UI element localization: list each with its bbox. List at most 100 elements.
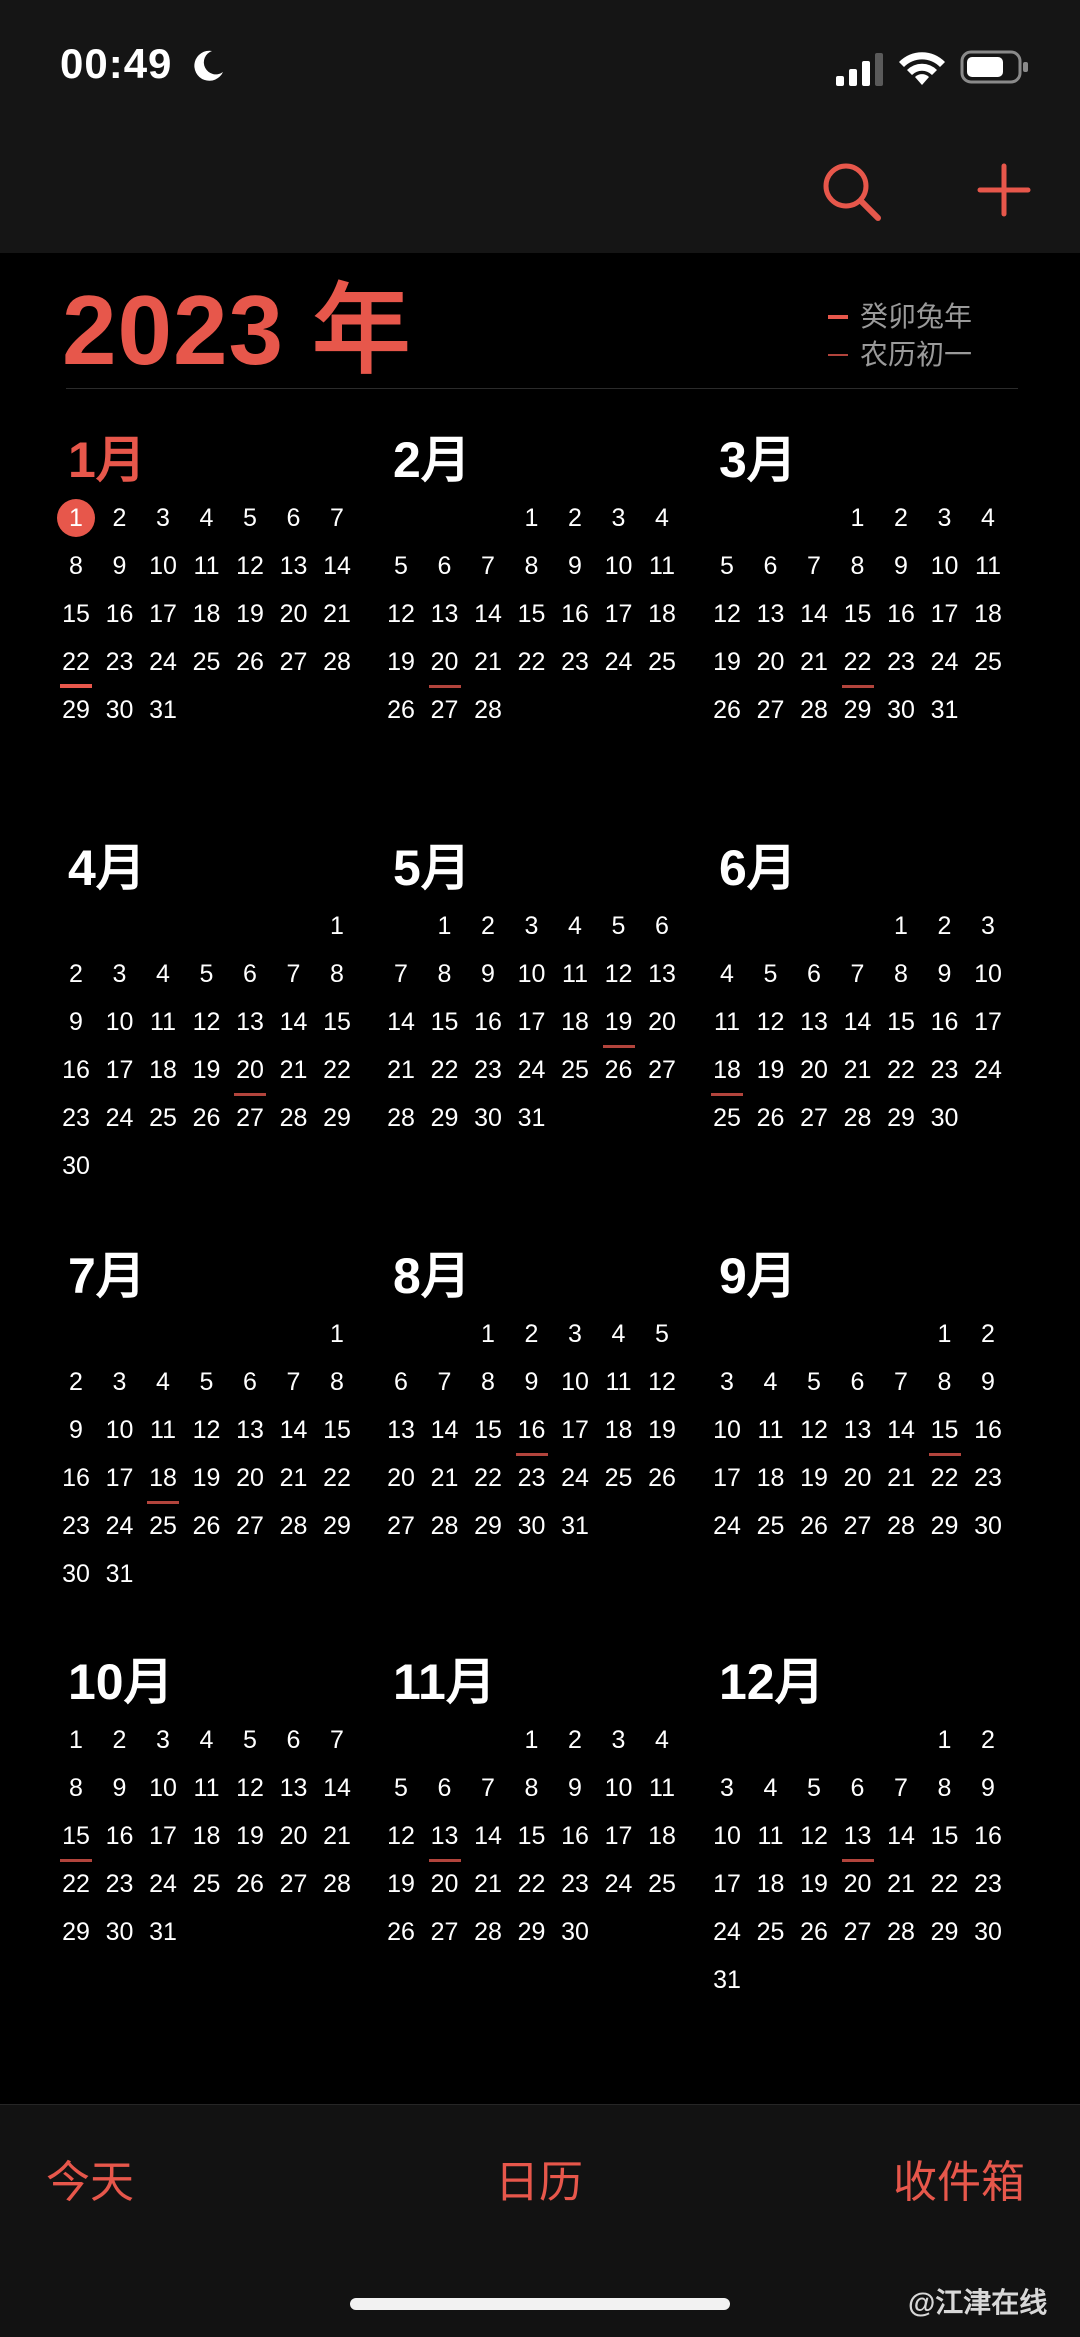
day-cell[interactable]: 2 (56, 1362, 96, 1402)
day-cell[interactable]: 26 (230, 642, 270, 682)
day-cell[interactable]: 27 (230, 1098, 270, 1138)
day-cell[interactable]: 30 (56, 1554, 96, 1594)
day-cell[interactable]: 11 (642, 546, 682, 586)
day-cell[interactable]: 26 (230, 1864, 270, 1904)
day-cell[interactable]: 4 (968, 498, 1008, 538)
day-cell[interactable]: 5 (187, 1362, 227, 1402)
day-cell[interactable]: 10 (599, 1768, 639, 1808)
day-cell[interactable]: 5 (381, 546, 421, 586)
day-cell[interactable]: 25 (968, 642, 1008, 682)
day-cell[interactable]: 20 (274, 594, 314, 634)
day-cell[interactable]: 17 (143, 594, 183, 634)
day-cell[interactable]: 23 (512, 1458, 552, 1498)
day-cell[interactable]: 6 (838, 1768, 878, 1808)
day-cell[interactable]: 27 (425, 1912, 465, 1952)
day-cell[interactable]: 28 (794, 690, 834, 730)
day-cell[interactable]: 11 (143, 1002, 183, 1042)
day-cell[interactable]: 23 (56, 1098, 96, 1138)
day-cell[interactable]: 1 (512, 498, 552, 538)
day-cell[interactable]: 10 (100, 1410, 140, 1450)
day-cell[interactable]: 12 (751, 1002, 791, 1042)
day-cell[interactable]: 18 (968, 594, 1008, 634)
day-cell[interactable]: 8 (56, 546, 96, 586)
day-cell[interactable]: 13 (642, 954, 682, 994)
day-cell[interactable]: 2 (925, 906, 965, 946)
day-cell[interactable]: 14 (881, 1410, 921, 1450)
day-cell[interactable]: 11 (707, 1002, 747, 1042)
day-cell[interactable]: 6 (230, 954, 270, 994)
day-cell[interactable]: 12 (381, 1816, 421, 1856)
day-cell[interactable]: 4 (599, 1314, 639, 1354)
day-cell[interactable]: 10 (512, 954, 552, 994)
day-cell[interactable]: 14 (317, 546, 357, 586)
day-cell[interactable]: 21 (838, 1050, 878, 1090)
day-cell[interactable]: 17 (599, 1816, 639, 1856)
tab-today[interactable]: 今天 (46, 2155, 134, 2211)
day-cell[interactable]: 12 (794, 1816, 834, 1856)
month-title[interactable]: 7月 (68, 1246, 146, 1306)
day-cell[interactable]: 7 (468, 1768, 508, 1808)
day-cell[interactable]: 30 (968, 1912, 1008, 1952)
day-cell[interactable]: 5 (707, 546, 747, 586)
day-cell[interactable]: 10 (599, 546, 639, 586)
day-cell[interactable]: 12 (642, 1362, 682, 1402)
day-cell[interactable]: 1 (56, 498, 96, 538)
day-cell[interactable]: 20 (425, 642, 465, 688)
day-cell[interactable]: 2 (555, 1720, 595, 1760)
day-cell[interactable]: 7 (274, 954, 314, 994)
day-cell[interactable]: 13 (230, 1002, 270, 1042)
day-cell[interactable]: 9 (555, 546, 595, 586)
day-cell[interactable]: 15 (881, 1002, 921, 1042)
day-cell[interactable]: 14 (468, 594, 508, 634)
day-cell[interactable]: 16 (100, 1816, 140, 1856)
day-cell[interactable]: 21 (794, 642, 834, 682)
day-cell[interactable]: 28 (468, 1912, 508, 1952)
day-cell[interactable]: 27 (274, 642, 314, 682)
home-indicator[interactable] (350, 2298, 730, 2310)
day-cell[interactable]: 15 (56, 594, 96, 634)
day-cell[interactable]: 9 (925, 954, 965, 994)
day-cell[interactable]: 21 (381, 1050, 421, 1090)
day-cell[interactable]: 19 (230, 1816, 270, 1856)
day-cell[interactable]: 20 (381, 1458, 421, 1498)
day-cell[interactable]: 30 (468, 1098, 508, 1138)
day-cell[interactable]: 5 (642, 1314, 682, 1354)
day-cell[interactable]: 3 (707, 1362, 747, 1402)
day-cell[interactable]: 22 (317, 1050, 357, 1090)
day-cell[interactable]: 17 (100, 1458, 140, 1498)
day-cell[interactable]: 20 (794, 1050, 834, 1090)
day-cell[interactable]: 23 (968, 1864, 1008, 1904)
day-cell[interactable]: 28 (881, 1912, 921, 1952)
day-cell[interactable]: 3 (143, 1720, 183, 1760)
day-cell[interactable]: 11 (187, 1768, 227, 1808)
day-cell[interactable]: 9 (881, 546, 921, 586)
day-cell[interactable]: 6 (274, 1720, 314, 1760)
day-cell[interactable]: 10 (143, 546, 183, 586)
day-cell[interactable]: 30 (881, 690, 921, 730)
day-cell[interactable]: 24 (599, 1864, 639, 1904)
day-cell[interactable]: 14 (468, 1816, 508, 1856)
day-cell[interactable]: 30 (512, 1506, 552, 1546)
day-cell[interactable]: 29 (512, 1912, 552, 1952)
day-cell[interactable]: 24 (100, 1098, 140, 1138)
month-title[interactable]: 10月 (68, 1652, 174, 1712)
day-cell[interactable]: 13 (751, 594, 791, 634)
day-cell[interactable]: 1 (881, 906, 921, 946)
day-cell[interactable]: 22 (512, 1864, 552, 1904)
day-cell[interactable]: 8 (56, 1768, 96, 1808)
day-cell[interactable]: 16 (56, 1458, 96, 1498)
day-cell[interactable]: 22 (56, 642, 96, 688)
day-cell[interactable]: 19 (751, 1050, 791, 1090)
day-cell[interactable]: 8 (468, 1362, 508, 1402)
day-cell[interactable]: 31 (143, 690, 183, 730)
day-cell[interactable]: 29 (881, 1098, 921, 1138)
day-cell[interactable]: 28 (274, 1098, 314, 1138)
day-cell[interactable]: 29 (317, 1506, 357, 1546)
day-cell[interactable]: 23 (100, 1864, 140, 1904)
day-cell[interactable]: 16 (56, 1050, 96, 1090)
day-cell[interactable]: 28 (425, 1506, 465, 1546)
day-cell[interactable]: 9 (468, 954, 508, 994)
day-cell[interactable]: 24 (968, 1050, 1008, 1090)
day-cell[interactable]: 12 (794, 1410, 834, 1450)
day-cell[interactable]: 9 (100, 1768, 140, 1808)
